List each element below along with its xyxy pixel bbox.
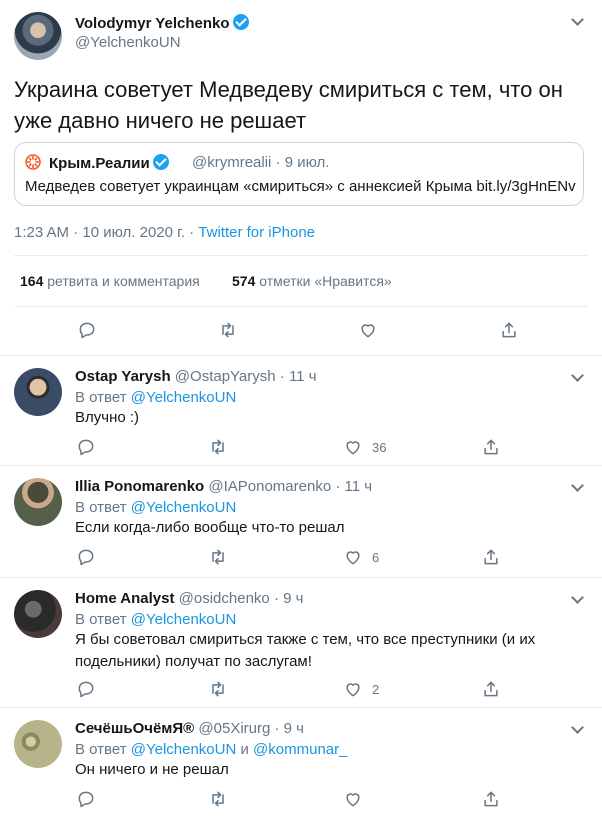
reply-to-line: В ответ @YelchenkoUN [75, 389, 236, 406]
like-count: 6 [372, 550, 380, 565]
reply-icon[interactable] [76, 437, 96, 457]
retweet-icon[interactable] [208, 679, 228, 699]
reply-time[interactable]: · 11 ч [276, 368, 317, 385]
avatar[interactable] [14, 478, 62, 526]
retweets-stat[interactable]: 164 ретвита и комментария [20, 273, 200, 289]
reply-text: Он ничего и не решал [75, 761, 229, 778]
share-icon[interactable] [481, 437, 501, 457]
quote-date: · 9 июл. [275, 154, 330, 171]
reply-to-line: В ответ @YelchenkoUN [75, 499, 236, 516]
retweet-icon[interactable] [208, 789, 228, 809]
retweet-icon[interactable] [208, 547, 228, 567]
reply-header: Ostap Yarysh @OstapYarysh · 11 ч [75, 368, 317, 385]
reply-header: Home Analyst @osidchenko · 9 ч [75, 590, 303, 607]
reply-author-name[interactable]: Ostap Yarysh [75, 368, 171, 385]
reply-to-and: и [236, 741, 254, 758]
reply-author-name[interactable]: Illia Ponomarenko [75, 478, 204, 495]
reply-text: Влучно :) [75, 409, 140, 426]
heart-icon[interactable] [343, 789, 363, 809]
reply-author-handle[interactable]: @05Xirurg [198, 720, 270, 737]
tweet-stats: 164 ретвита и комментария 574 отметки «Н… [14, 255, 588, 307]
chevron-down-icon[interactable] [570, 370, 584, 384]
tweet-text: Украина советует Медведеву смириться с т… [14, 77, 563, 133]
reply-to-label: В ответ [75, 611, 131, 628]
avatar[interactable] [14, 590, 62, 638]
reply-to-label: В ответ [75, 499, 131, 516]
heart-icon[interactable] [343, 679, 363, 699]
reply-to-link[interactable]: @YelchenkoUN [131, 499, 237, 516]
reply-author-name[interactable]: Home Analyst [75, 590, 174, 607]
author-avatar[interactable] [14, 12, 62, 60]
quote-author-name-text: Крым.Реалии [49, 155, 150, 172]
reply-tweet[interactable]: СечёшьОчёмЯ® @05Xirurg · 9 ч В ответ @Ye… [0, 708, 602, 819]
quote-text: Медведев советует украинцам «смириться» … [25, 178, 576, 195]
reply-author-handle[interactable]: @osidchenko [179, 590, 270, 607]
reply-to-label: В ответ [75, 389, 131, 406]
reply-to-line: В ответ @YelchenkoUN и @kommunar_ [75, 741, 347, 758]
likes-stat[interactable]: 574 отметки «Нравится» [232, 273, 392, 289]
reply-icon[interactable] [77, 320, 97, 340]
reply-to-label: В ответ [75, 741, 131, 758]
avatar[interactable] [14, 720, 62, 768]
reply-to-link-2[interactable]: @kommunar_ [253, 741, 347, 758]
reply-text: Я бы советовал смириться также с тем, чт… [75, 631, 536, 670]
reply-time[interactable]: · 11 ч [331, 478, 372, 495]
share-icon[interactable] [481, 789, 501, 809]
tweet-timestamp[interactable]: 1:23 AM · 10 июл. 2020 г. · [14, 224, 198, 241]
retweet-icon[interactable] [218, 320, 238, 340]
author-name-text[interactable]: Volodymyr Yelchenko [75, 15, 230, 32]
share-icon[interactable] [499, 320, 519, 340]
like-count: 2 [372, 682, 380, 697]
likes-count: 574 [232, 273, 256, 289]
quote-handle: @krymrealii [192, 154, 272, 171]
quote-author-name: Крым.Реалии [49, 154, 169, 172]
heart-icon[interactable] [343, 437, 363, 457]
quoted-tweet[interactable]: Крым.Реалии @krymrealii · 9 июл. Медведе… [14, 142, 584, 206]
reply-tweet[interactable]: Ostap Yarysh @OstapYarysh · 11 ч В ответ… [0, 356, 602, 466]
reply-tweet[interactable]: Illia Ponomarenko @IAPonomarenko · 11 ч … [0, 466, 602, 578]
tweet-source-link[interactable]: Twitter for iPhone [198, 224, 315, 241]
chevron-down-icon[interactable] [570, 592, 584, 606]
reply-author-handle[interactable]: @IAPonomarenko [208, 478, 331, 495]
likes-label: отметки «Нравится» [259, 273, 392, 289]
verified-badge-icon [232, 14, 249, 30]
reply-to-link[interactable]: @YelchenkoUN [131, 611, 237, 628]
krym-realii-logo-icon [25, 154, 41, 170]
chevron-down-icon[interactable] [570, 722, 584, 736]
reply-header: Illia Ponomarenko @IAPonomarenko · 11 ч [75, 478, 372, 495]
chevron-down-icon[interactable] [570, 480, 584, 494]
reply-icon[interactable] [76, 679, 96, 699]
quote-handle-date: @krymrealii · 9 июл. [192, 154, 329, 171]
retweet-icon[interactable] [208, 437, 228, 457]
reply-to-link[interactable]: @YelchenkoUN [131, 741, 237, 758]
heart-icon[interactable] [358, 320, 378, 340]
reply-to-link[interactable]: @YelchenkoUN [131, 389, 237, 406]
reply-icon[interactable] [76, 547, 96, 567]
reply-icon[interactable] [76, 789, 96, 809]
avatar[interactable] [14, 368, 62, 416]
reply-text: Если когда-либо вообще что-то решал [75, 519, 345, 536]
verified-badge-icon [152, 154, 169, 170]
reply-author-name[interactable]: СечёшьОчёмЯ® [75, 720, 194, 737]
main-tweet: Volodymyr Yelchenko @YelchenkoUN Украина… [0, 0, 602, 356]
chevron-down-icon[interactable] [570, 14, 584, 28]
tweet-meta: 1:23 AM · 10 июл. 2020 г. · Twitter for … [14, 224, 315, 241]
retweets-label: ретвита и комментария [47, 273, 200, 289]
share-icon[interactable] [481, 547, 501, 567]
author-name[interactable]: Volodymyr Yelchenko [75, 14, 249, 32]
reply-time[interactable]: · 9 ч [270, 720, 305, 737]
reply-time[interactable]: · 9 ч [270, 590, 304, 607]
reply-tweet[interactable]: Home Analyst @osidchenko · 9 ч В ответ @… [0, 578, 602, 708]
reply-to-line: В ответ @YelchenkoUN [75, 611, 236, 628]
reply-author-handle[interactable]: @OstapYarysh [175, 368, 276, 385]
share-icon[interactable] [481, 679, 501, 699]
like-count: 36 [372, 440, 387, 455]
heart-icon[interactable] [343, 547, 363, 567]
reply-header: СечёшьОчёмЯ® @05Xirurg · 9 ч [75, 720, 304, 737]
retweets-count: 164 [20, 273, 44, 289]
author-handle[interactable]: @YelchenkoUN [75, 34, 181, 51]
